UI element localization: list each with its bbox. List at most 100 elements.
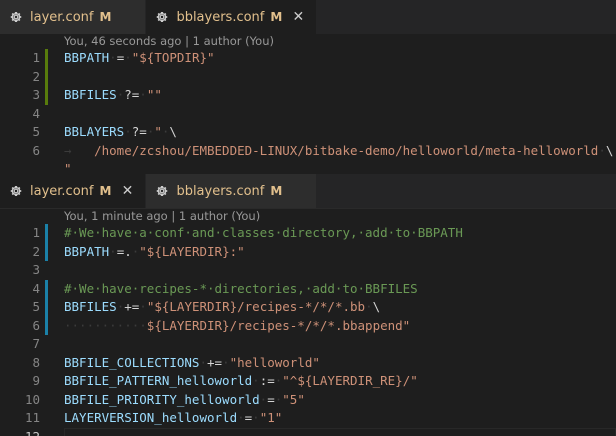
gear-icon — [154, 183, 170, 199]
code-line[interactable]: 4 #·We·have·recipes-*·directories,·add·to… — [0, 279, 616, 299]
git-modified-marker[interactable] — [45, 242, 48, 261]
current-line-highlight — [64, 427, 616, 436]
git-modified-marker[interactable] — [45, 224, 48, 243]
code-text: LAYERVERSION_helloworld·=·"1" — [64, 409, 282, 428]
code-token: #·We·have·recipes-*·directories,·add·to·… — [64, 280, 418, 296]
code-line[interactable]: 6 ···········${LAYERDIR}/recipes-*/*/*.bb… — [0, 316, 616, 336]
code-token: ${LAYERDIR}/recipes-*/*/*.bbappend" — [146, 317, 411, 333]
modified-indicator: M — [99, 184, 112, 198]
tab-layer-conf[interactable]: layer.conf M — [0, 0, 147, 34]
code-token: BBFILES — [64, 299, 117, 314]
code-token: BBPATH — [64, 50, 110, 65]
code-line[interactable]: 10 BBFILE_PRIORITY_helloworld·=·"5" — [0, 391, 616, 410]
code-line[interactable]: 5 BBFILES·+=·"${LAYERDIR}/recipes-*/*/*.b… — [0, 298, 616, 317]
code-line[interactable]: 1 #·We·have·a·conf·and·classes·directory,… — [0, 224, 616, 243]
git-modified-marker[interactable] — [45, 279, 48, 298]
code-token: · — [109, 50, 117, 65]
code-token: · — [124, 50, 132, 65]
code-token: · — [199, 354, 207, 370]
close-icon[interactable]: ✕ — [119, 183, 135, 199]
code-token: · — [252, 373, 260, 388]
modified-indicator: M — [99, 10, 112, 24]
code-token: BBFILE_PATTERN_helloworld — [64, 373, 253, 388]
code-line[interactable]: 9 BBFILE_PATTERN_helloworld·:=·"^${LAYERD… — [0, 372, 616, 391]
line-number: 9 — [32, 373, 40, 388]
code-line[interactable]: " — [0, 160, 616, 174]
code-token: LAYERVERSION_helloworld — [64, 410, 238, 425]
code-line[interactable]: 2 — [0, 67, 616, 86]
tab-bblayers-conf[interactable]: bblayers.conf M — [146, 174, 318, 208]
close-icon[interactable]: ✕ — [290, 9, 306, 25]
line-number: 1 — [32, 225, 40, 240]
code-token: \ — [372, 299, 381, 314]
code-line[interactable]: 3 — [0, 261, 616, 280]
code-token: · — [139, 299, 147, 314]
code-token: := — [259, 373, 275, 388]
modified-indicator: M — [270, 184, 283, 198]
code-line[interactable]: 1 BBPATH·=·"${TOPDIR}" — [0, 49, 616, 68]
git-added-marker[interactable] — [45, 67, 48, 86]
tab-layer-conf[interactable]: layer.conf M ✕ — [0, 174, 147, 208]
code-line[interactable]: 2 BBPATH·=.·"${LAYERDIR}:" — [0, 242, 616, 262]
line-number: 1 — [32, 50, 40, 65]
code-token: "${TOPDIR}" — [131, 50, 215, 65]
code-token: "" — [146, 87, 162, 102]
code-token: "${LAYERDIR}:" — [139, 243, 245, 259]
code-token: += — [124, 299, 140, 314]
line-number: 11 — [24, 410, 40, 425]
line-number: 7 — [32, 336, 40, 351]
git-added-marker[interactable] — [45, 86, 48, 105]
code-token: · — [124, 124, 132, 139]
line-number: 12 — [24, 428, 40, 436]
code-text: BBFILES·+=·"${LAYERDIR}/recipes-*/*/*.bb… — [64, 298, 380, 317]
line-number: 2 — [32, 243, 40, 259]
line-number: 10 — [24, 391, 40, 407]
code-line[interactable]: 5 BBLAYERS·?=·"·\ — [0, 123, 616, 142]
code-line[interactable]: 4 — [0, 105, 616, 124]
line-number: 2 — [32, 68, 40, 84]
code-token: · — [139, 87, 147, 102]
code-text: BBLAYERS·?=·"·\ — [64, 123, 177, 142]
git-modified-marker[interactable] — [45, 316, 48, 335]
code-text: BBFILES·?=·"" — [64, 86, 162, 105]
code-text: " — [64, 160, 72, 174]
tab-label: layer.conf — [30, 183, 94, 199]
code-token: · — [109, 243, 117, 259]
code-token: · — [237, 410, 245, 425]
code-token: = — [267, 391, 275, 407]
code-token: · — [598, 142, 606, 158]
modified-indicator: M — [270, 10, 283, 24]
code-line[interactable]: 6 → /home/zcshou/EMBEDDED-LINUX/bitbake-d… — [0, 142, 616, 161]
top-editor[interactable]: You, 46 seconds ago | 1 author (You) 1 BB… — [0, 34, 616, 174]
git-blame-codelens[interactable]: You, 1 minute ago | 1 author (You) — [64, 209, 260, 225]
code-text: #·We·have·a·conf·and·classes·directory,·… — [64, 224, 463, 243]
bottom-editor[interactable]: You, 1 minute ago | 1 author (You) 1 #·We… — [0, 208, 616, 436]
line-number: 3 — [32, 87, 40, 102]
code-token: ?= — [131, 124, 147, 139]
code-text: BBPATH·=.·"${LAYERDIR}:" — [64, 243, 245, 262]
code-line[interactable]: 7 — [0, 335, 616, 354]
line-number: 8 — [32, 354, 40, 370]
code-line[interactable]: 8 BBFILE_COLLECTIONS·+=·"helloworld" — [0, 354, 616, 373]
code-text: ···········${LAYERDIR}/recipes-*/*/*.bba… — [64, 317, 410, 336]
git-modified-marker[interactable] — [45, 298, 48, 317]
top-tab-bar: layer.conf Mbblayers.conf M ✕ — [0, 0, 616, 34]
code-line[interactable]: 11 LAYERVERSION_helloworld·=·"1" — [0, 409, 616, 428]
code-token: "5" — [282, 391, 305, 407]
git-added-marker[interactable] — [45, 49, 48, 68]
code-line[interactable]: 12 — [0, 427, 616, 436]
git-blame-codelens[interactable]: You, 46 seconds ago | 1 author (You) — [64, 34, 274, 50]
code-token: ··········· — [64, 317, 147, 333]
code-token: ?= — [124, 87, 140, 102]
gear-icon — [154, 9, 170, 25]
code-line[interactable]: 3 BBFILES·?=·"" — [0, 86, 616, 105]
line-number: 5 — [32, 124, 40, 139]
code-text: BBFILE_COLLECTIONS·+=·"helloworld" — [64, 354, 320, 373]
tab-bblayers-conf[interactable]: bblayers.conf M ✕ — [146, 0, 318, 34]
line-number: 5 — [32, 299, 40, 314]
code-token: \ — [169, 124, 177, 139]
code-text: #·We·have·recipes-*·directories,·add·to·… — [64, 280, 418, 299]
code-token: · — [222, 354, 230, 370]
code-token: #·We·have·a·conf·and·classes·directory,·… — [64, 225, 463, 240]
